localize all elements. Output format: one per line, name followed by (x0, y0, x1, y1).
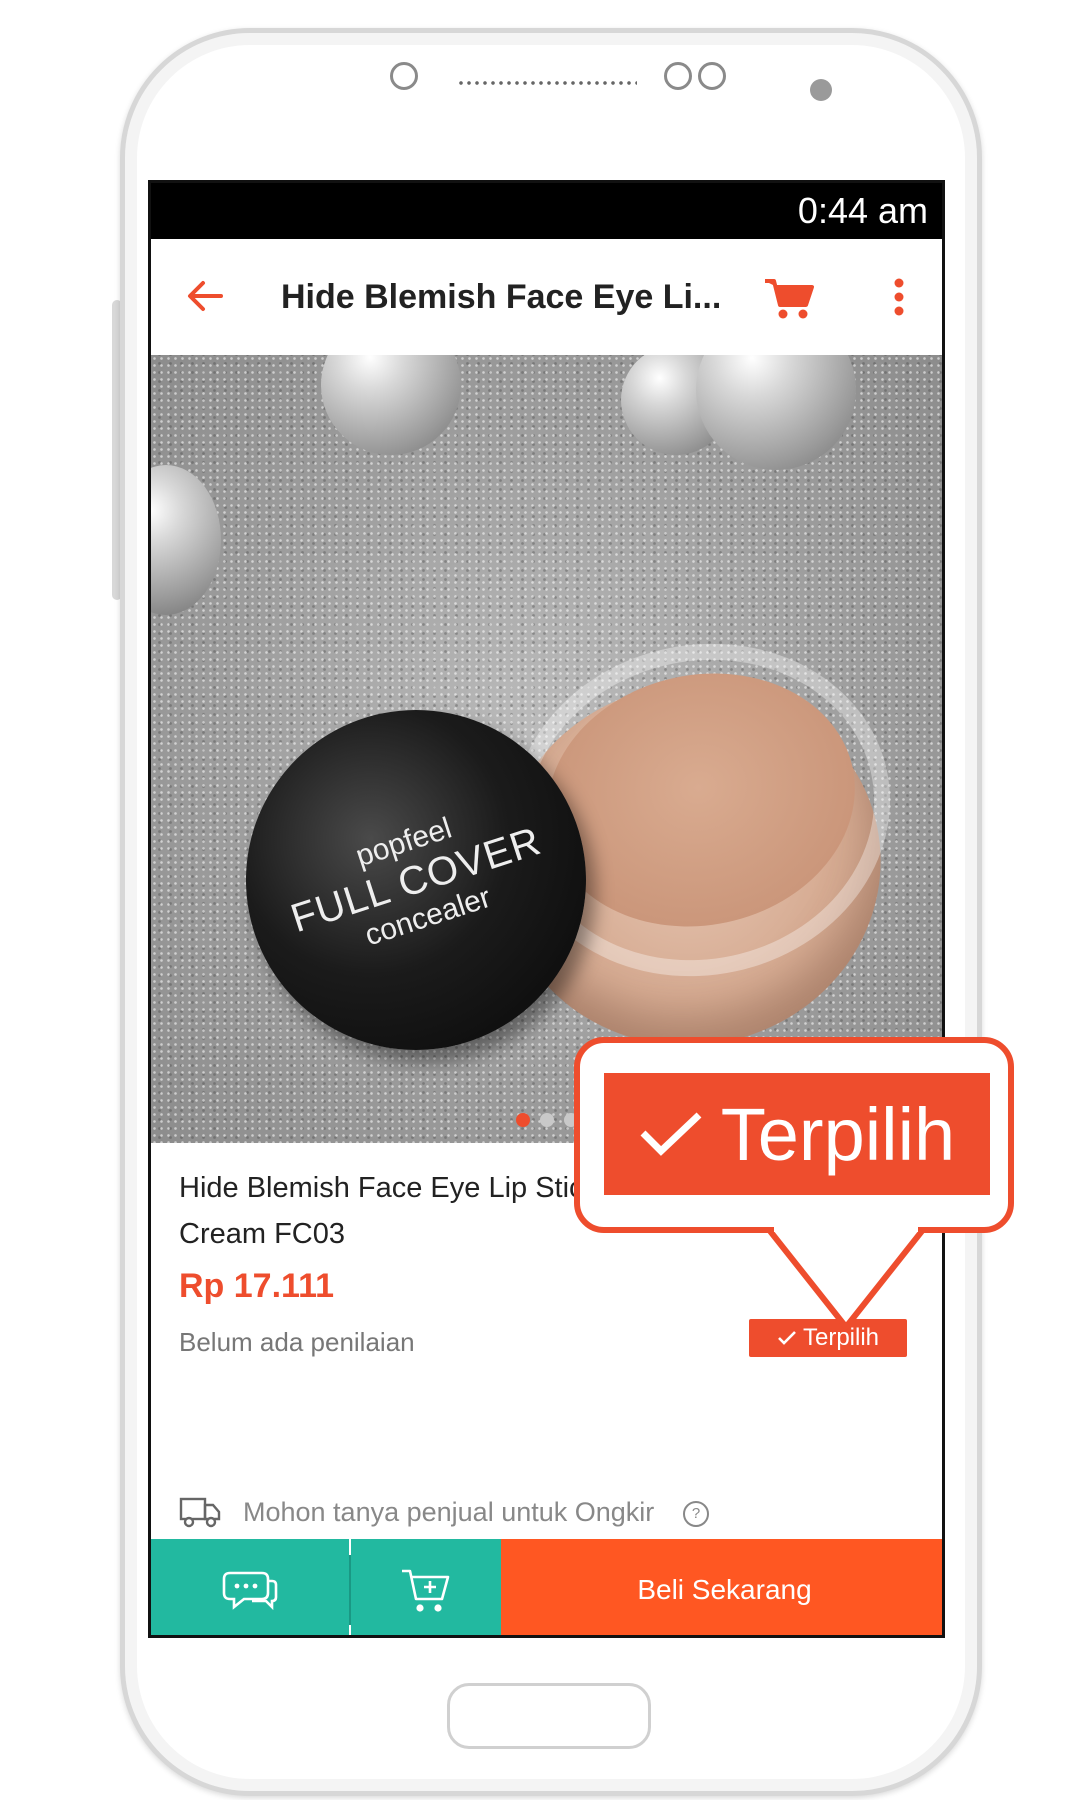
zoom-callout: Terpilih (574, 1037, 1014, 1233)
arrow-left-icon (188, 281, 223, 311)
callout-pointer (767, 1225, 925, 1330)
sensor-left (664, 62, 692, 90)
help-icon[interactable]: ? (683, 1501, 709, 1527)
status-time: 0:44 am (797, 190, 928, 231)
more-vert-icon (894, 278, 904, 316)
back-button[interactable] (181, 271, 231, 321)
callout-badge-label: Terpilih (720, 1092, 956, 1176)
check-icon (640, 1112, 702, 1156)
home-button[interactable] (447, 1683, 651, 1749)
cart-icon (765, 279, 814, 319)
chat-button[interactable] (151, 1539, 349, 1635)
product-price: Rp 17.111 (179, 1267, 335, 1305)
pager-dot[interactable] (539, 1113, 554, 1127)
app-bar: Hide Blemish Face Eye Li... (151, 239, 942, 356)
chat-icon (222, 1571, 278, 1611)
more-options-button[interactable] (879, 269, 919, 325)
callout-selected-badge: Terpilih (604, 1073, 990, 1195)
add-to-cart-icon (402, 1569, 450, 1612)
bottom-action-bar: Beli Sekarang (151, 1539, 942, 1635)
screen: 0:44 am Hide Blemish Face Eye Li... popf… (148, 180, 945, 1638)
sensor-right (698, 62, 726, 90)
front-camera (810, 79, 832, 101)
status-bar: 0:44 am (151, 183, 942, 239)
shipping-text: Mohon tanya penjual untuk Ongkir (243, 1497, 655, 1527)
pager-dot-active[interactable] (515, 1113, 530, 1127)
buy-now-button[interactable]: Beli Sekarang (501, 1539, 942, 1635)
earpiece-speaker (457, 80, 637, 86)
cart-button[interactable] (761, 269, 817, 325)
page-title: Hide Blemish Face Eye Li... (281, 278, 722, 316)
product-image[interactable]: popfeel FULL COVER concealer (151, 355, 942, 1143)
add-to-cart-button[interactable] (351, 1539, 501, 1635)
truck-icon (179, 1497, 221, 1528)
proximity-sensor (390, 62, 418, 90)
rating-text: Belum ada penilaian (179, 1327, 415, 1357)
